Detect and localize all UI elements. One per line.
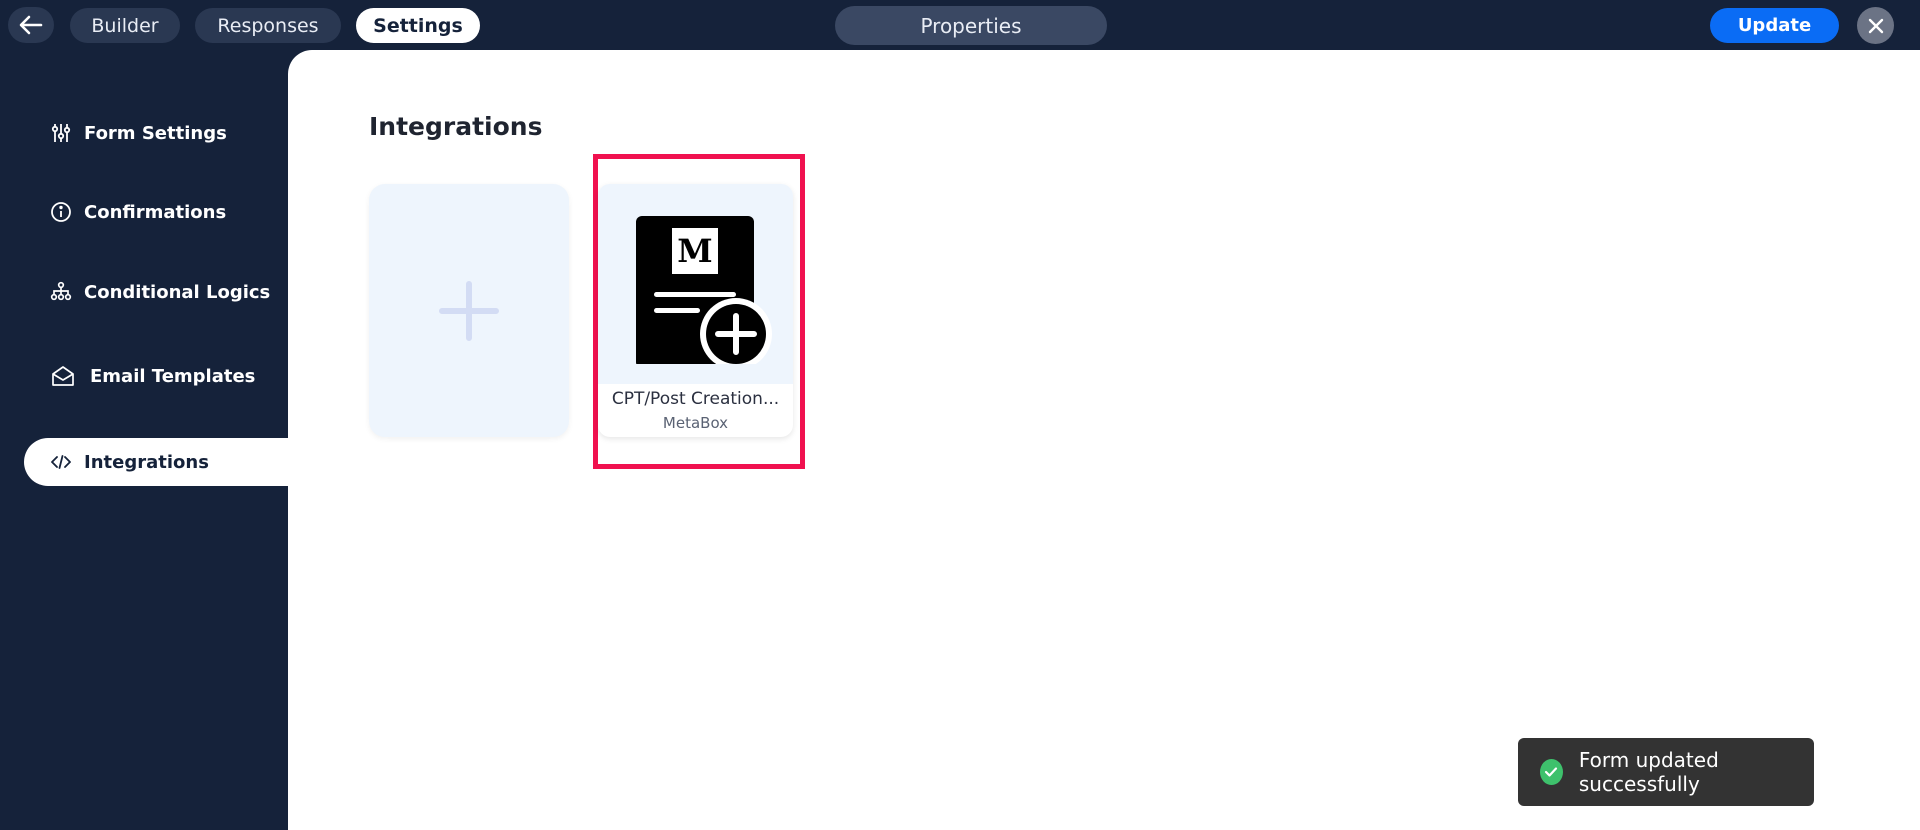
properties-button[interactable]: Properties xyxy=(835,6,1107,45)
top-bar: Builder Responses Settings Properties Up… xyxy=(0,0,1920,50)
add-integration-button[interactable] xyxy=(369,184,569,437)
check-circle-icon xyxy=(1540,759,1563,785)
sidebar-item-label: Conditional Logics xyxy=(84,281,271,303)
integration-card-metabox[interactable]: M CPT/Post Creation... MetaBox xyxy=(598,184,793,437)
sitemap-icon xyxy=(48,279,74,305)
sidebar-item-conditional-logics[interactable]: Conditional Logics xyxy=(24,268,288,316)
tab-builder[interactable]: Builder xyxy=(70,8,180,43)
sidebar-item-label: Email Templates xyxy=(90,365,256,387)
sidebar-item-email-templates[interactable]: Email Templates xyxy=(24,352,288,400)
update-button[interactable]: Update xyxy=(1710,8,1839,43)
sidebar-item-form-settings[interactable]: Form Settings xyxy=(24,109,288,157)
integration-name: CPT/Post Creation... xyxy=(611,389,780,409)
sliders-icon xyxy=(48,120,74,146)
page-title: Integrations xyxy=(369,112,543,141)
sidebar-item-label: Confirmations xyxy=(84,201,227,223)
svg-text:M: M xyxy=(677,232,712,270)
arrow-left-icon xyxy=(19,15,43,35)
code-icon xyxy=(48,449,74,475)
sidebar-item-label: Integrations xyxy=(84,451,209,473)
info-circle-icon xyxy=(48,199,74,225)
sidebar-item-label: Form Settings xyxy=(84,122,227,144)
toast-notification: Form updated successfully xyxy=(1518,738,1814,806)
close-button[interactable] xyxy=(1857,7,1894,44)
integration-provider: MetaBox xyxy=(662,414,729,432)
integration-thumbnail: M xyxy=(598,184,793,384)
sidebar-item-confirmations[interactable]: Confirmations xyxy=(24,188,288,236)
toast-message: Form updated successfully xyxy=(1578,748,1719,796)
metabox-post-creation-icon: M xyxy=(635,216,772,364)
sidebar-item-integrations[interactable]: Integrations xyxy=(24,438,288,486)
main-panel: Integrations M CPT/Post Creation... Meta… xyxy=(288,50,1920,830)
plus-icon xyxy=(439,280,499,341)
sidebar: Form Settings Confirmations Conditional … xyxy=(0,50,288,830)
envelope-open-icon xyxy=(50,363,76,389)
tab-settings[interactable]: Settings xyxy=(356,8,480,43)
close-icon xyxy=(1868,18,1883,33)
back-button[interactable] xyxy=(8,7,54,43)
tab-responses[interactable]: Responses xyxy=(195,8,341,43)
